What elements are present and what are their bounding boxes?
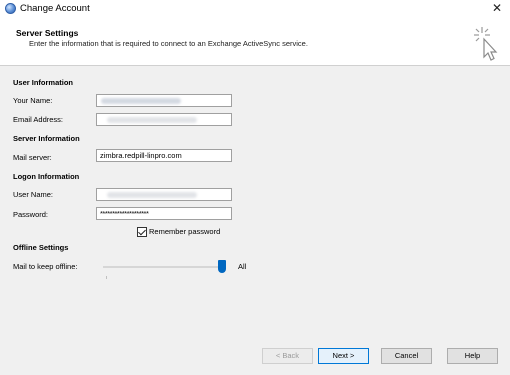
password-label: Password: xyxy=(13,210,49,219)
section-logon-information: Logon Information xyxy=(13,172,80,181)
remember-password-label: Remember password xyxy=(149,227,221,236)
password-field[interactable]: ******************** xyxy=(96,207,232,220)
button-bar xyxy=(0,340,510,375)
dialog-header: Server Settings Enter the information th… xyxy=(0,18,510,65)
offline-slider-value: All xyxy=(238,262,247,271)
back-button[interactable]: < Back xyxy=(262,348,313,364)
section-user-information: User Information xyxy=(13,78,74,87)
email-address-field[interactable] xyxy=(96,113,232,126)
your-name-field[interactable] xyxy=(96,94,232,107)
cancel-button[interactable]: Cancel xyxy=(381,348,432,364)
header-subtitle: Enter the information that is required t… xyxy=(29,39,308,48)
offline-slider-thumb[interactable] xyxy=(218,260,226,273)
redacted-value xyxy=(107,192,197,198)
help-button[interactable]: Help xyxy=(447,348,498,364)
title-bar: Change Account ✕ xyxy=(0,0,510,18)
close-icon[interactable]: ✕ xyxy=(492,1,502,15)
header-title: Server Settings xyxy=(16,28,79,38)
account-settings-icon xyxy=(5,3,16,14)
mail-to-keep-offline-label: Mail to keep offline: xyxy=(13,262,78,271)
section-offline-settings: Offline Settings xyxy=(13,243,69,252)
slider-tick xyxy=(106,276,107,279)
window-title: Change Account xyxy=(20,3,90,14)
offline-slider-track[interactable] xyxy=(103,266,222,268)
remember-password-checkbox[interactable] xyxy=(137,227,147,237)
mail-server-field[interactable]: zimbra.redpill-linpro.com xyxy=(96,149,232,162)
user-name-label: User Name: xyxy=(13,190,54,199)
pointer-click-icon xyxy=(474,27,498,61)
your-name-label: Your Name: xyxy=(13,96,53,105)
email-address-label: Email Address: xyxy=(13,115,64,124)
settings-panel xyxy=(0,66,510,340)
section-server-information: Server Information xyxy=(13,134,80,143)
redacted-value xyxy=(107,117,197,123)
user-name-field[interactable] xyxy=(96,188,232,201)
next-button[interactable]: Next > xyxy=(318,348,369,364)
mail-server-label: Mail server: xyxy=(13,153,52,162)
redacted-value xyxy=(101,98,181,104)
